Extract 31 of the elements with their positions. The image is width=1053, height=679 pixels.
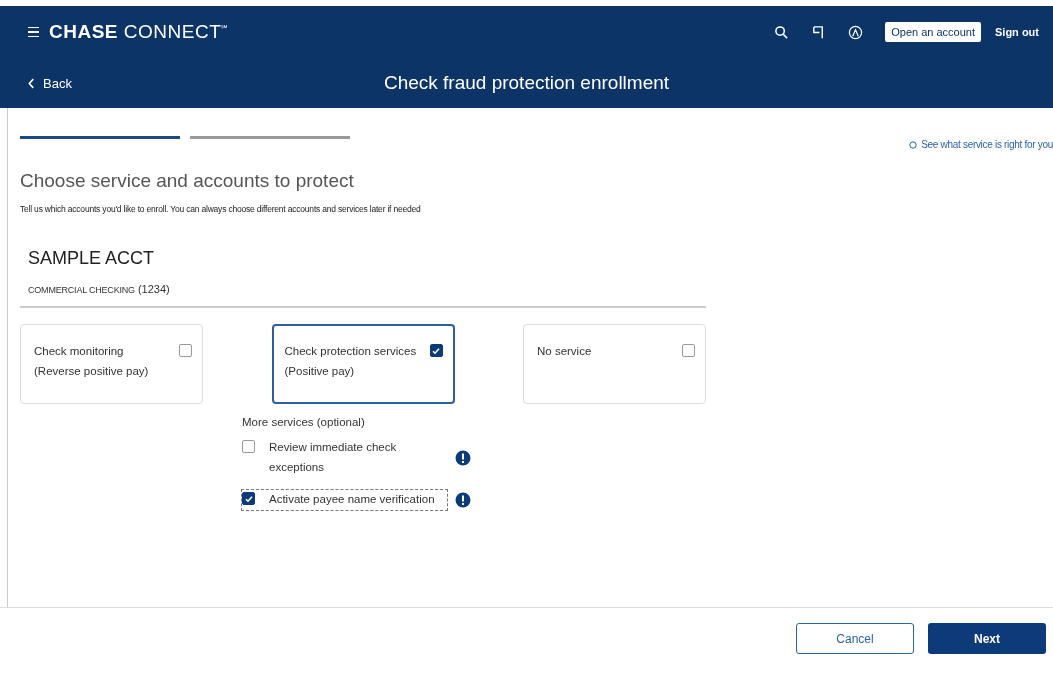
info-icon <box>909 140 918 149</box>
menu-icon[interactable] <box>28 26 39 38</box>
checkbox-option[interactable]: Activate payee name verification <box>242 490 447 510</box>
instructions-text: Tell us which accounts you'd like to enroll. You can always choose different accounts and services later if needed <box>20 204 422 214</box>
open-account-button[interactable]: Open an account <box>885 22 981 42</box>
checkbox[interactable] <box>429 344 443 357</box>
account-type: COMMERCIAL CHECKING <box>28 285 135 295</box>
profile-icon[interactable] <box>848 24 864 40</box>
service-card[interactable]: Check monitoring (Reverse positive pay) <box>20 324 203 404</box>
sign-out-link[interactable]: Sign out <box>995 26 1039 38</box>
checkbox[interactable] <box>179 344 192 357</box>
info-alert-icon[interactable] <box>455 492 471 508</box>
account-number: (1234) <box>137 283 170 295</box>
checkmark-icon <box>243 493 254 504</box>
section-heading: Choose service and accounts to protect <box>20 170 355 192</box>
checkbox-option[interactable]: Review immediate check exceptions <box>242 438 447 478</box>
cancel-button[interactable]: Cancel <box>796 623 914 654</box>
more-services-label: More services (optional) <box>242 416 366 428</box>
chevron-left-icon <box>28 77 35 89</box>
service-card[interactable]: No service <box>523 324 706 404</box>
checkmark-icon <box>431 345 441 356</box>
logo[interactable]: CHASE CONNECT$^{℠}$ <box>49 21 228 43</box>
info-alert-icon[interactable] <box>455 450 471 466</box>
service-card[interactable]: Check protection services (Positive pay) <box>271 324 455 404</box>
search-icon[interactable] <box>774 24 790 40</box>
back-link[interactable]: Back <box>28 75 72 91</box>
help-link[interactable]: See what service is right for you <box>909 139 1053 150</box>
next-button[interactable]: Next <box>928 623 1046 654</box>
checkbox[interactable] <box>682 344 695 357</box>
page-title: Check fraud protection enrollment <box>383 72 670 94</box>
account-name: SAMPLE ACCT <box>28 248 156 269</box>
